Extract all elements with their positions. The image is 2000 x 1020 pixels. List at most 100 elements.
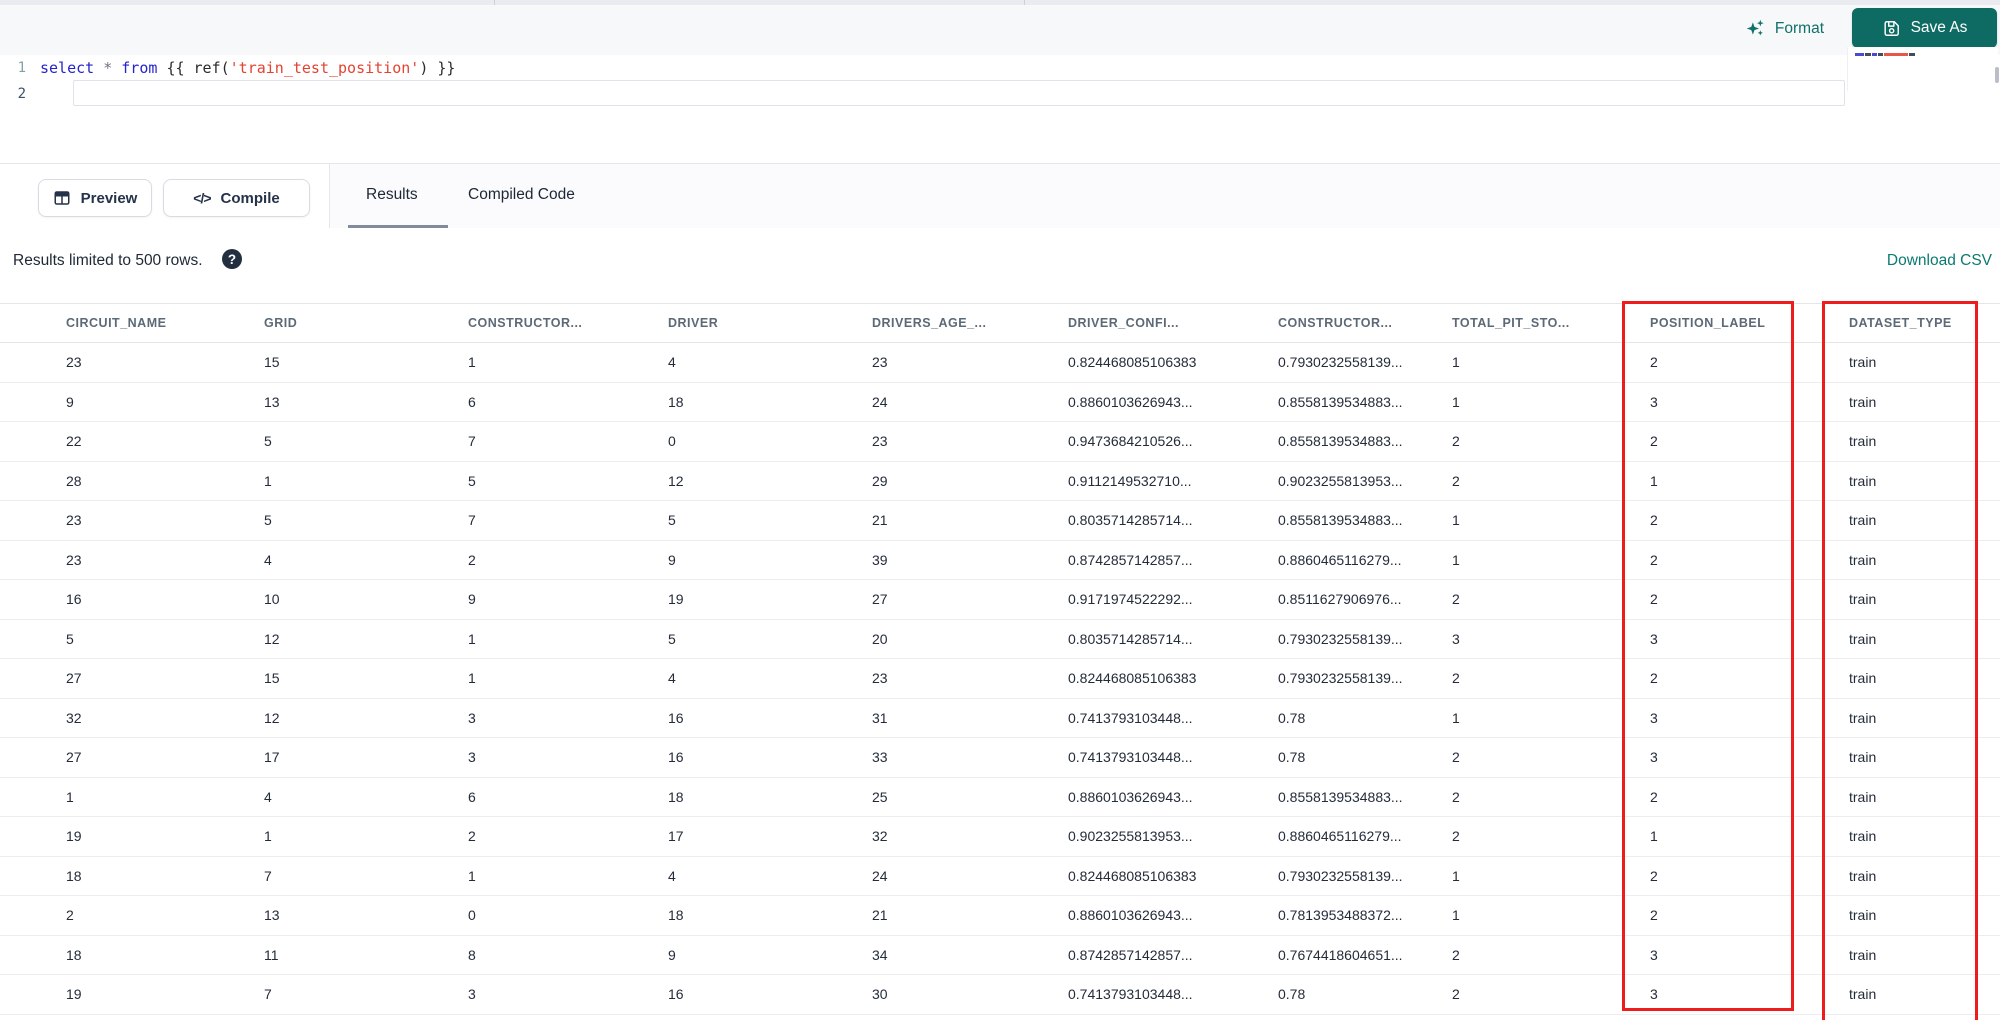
table-cell: 8 xyxy=(450,935,650,975)
table-cell: 10 xyxy=(246,579,450,620)
preview-button[interactable]: Preview xyxy=(38,179,152,217)
table-cell: 32 xyxy=(0,698,246,738)
table-cell: 2 xyxy=(1434,935,1632,975)
table-cell: 11 xyxy=(246,935,450,975)
table-cell: 2 xyxy=(1632,540,1831,580)
table-cell: 2 xyxy=(1434,737,1632,778)
table-cell: 2 xyxy=(1632,579,1831,620)
line-number: 2 xyxy=(17,86,26,102)
table-cell: train xyxy=(1831,856,2000,896)
editor-minimap[interactable] xyxy=(1848,47,1998,91)
table-cell: 2 xyxy=(1632,342,1831,383)
line-number: 1 xyxy=(17,60,26,76)
table-cell: 0.8558139534883... xyxy=(1260,500,1434,541)
table-row: 28 1 5 12 29 0.9112149532710... 0.902325581395… xyxy=(0,461,2000,501)
table-cell: 0.8742857142857... xyxy=(1050,540,1260,580)
code-line[interactable]: 1 select * from {{ ref('train_test_positi… xyxy=(0,55,1900,81)
tab-compiled-code[interactable]: Compiled Code xyxy=(468,186,575,204)
save-as-button[interactable]: Save As xyxy=(1852,8,1997,48)
table-cell: 21 xyxy=(854,500,1050,541)
table-row: 1 4 6 18 25 0.8860103626943... 0.8558139534883… xyxy=(0,777,2000,817)
download-csv-link[interactable]: Download CSV xyxy=(1887,252,1992,270)
format-button[interactable]: Format xyxy=(1745,18,1824,39)
table-cell: 0.9171974522292... xyxy=(1050,579,1260,620)
compile-button[interactable]: </> Compile xyxy=(163,179,310,217)
table-cell: 18 xyxy=(650,382,854,422)
table-cell: 0.8860465116279... xyxy=(1260,816,1434,857)
table-row: 19 1 2 17 32 0.9023255813953... 0.886046511627… xyxy=(0,816,2000,857)
table-cell: 2 xyxy=(1434,658,1632,699)
save-icon xyxy=(1882,19,1901,38)
table-cell: 1 xyxy=(1434,698,1632,738)
table-cell: train xyxy=(1831,737,2000,778)
table-row: 27 17 3 16 33 0.7413793103448... 0.78 2 3 train xyxy=(0,737,2000,778)
table-cell: 18 xyxy=(0,856,246,896)
table-cell: 1 xyxy=(450,856,650,896)
table-row: 5 12 1 5 20 0.8035714285714... 0.7930232558139… xyxy=(0,619,2000,659)
table-cell: train xyxy=(1831,500,2000,541)
column-header: CONSTRUCTOR... xyxy=(450,303,650,343)
table-cell: 4 xyxy=(650,342,854,383)
table-row: 16 10 9 19 27 0.9171974522292... 0.85116279069… xyxy=(0,579,2000,620)
table-cell: train xyxy=(1831,658,2000,699)
table-cell: 2 xyxy=(450,816,650,857)
table-cell: 3 xyxy=(1632,382,1831,422)
format-label: Format xyxy=(1774,19,1824,37)
table-cell: 0.7413793103448... xyxy=(1050,698,1260,738)
table-cell: 16 xyxy=(650,974,854,1015)
table-cell: 21 xyxy=(854,895,1050,936)
table-cell: 0.8035714285714... xyxy=(1050,500,1260,541)
table-row: 9 13 6 18 24 0.8860103626943... 0.855813953488… xyxy=(0,382,2000,422)
column-header: CONSTRUCTOR... xyxy=(1260,303,1434,343)
tab-results[interactable]: Results xyxy=(366,186,418,204)
table-header-row: CIRCUIT_NAME GRID CONSTRUCTOR... DRIVER DRIV… xyxy=(0,303,2000,343)
table-cell: 23 xyxy=(854,342,1050,383)
table-cell: 17 xyxy=(246,737,450,778)
table-grid-icon xyxy=(53,189,71,207)
table-row: 19 7 3 16 30 0.7413793103448... 0.78 2 3 train xyxy=(0,974,2000,1015)
table-cell: 0.7813953488372... xyxy=(1260,895,1434,936)
table-cell: 20 xyxy=(854,619,1050,659)
table-cell: 23 xyxy=(0,500,246,541)
table-cell: train xyxy=(1831,382,2000,422)
column-header: DRIVERS_AGE_... xyxy=(854,303,1050,343)
row-limit-text: Results limited to 500 rows. xyxy=(13,252,203,269)
table-cell: 2 xyxy=(1434,461,1632,501)
table-cell: 23 xyxy=(854,658,1050,699)
table-cell: 12 xyxy=(246,619,450,659)
table-cell: 2 xyxy=(450,540,650,580)
table-cell: train xyxy=(1831,421,2000,462)
action-tab-bar: Preview </> Compile Results Compiled Cod… xyxy=(0,163,2000,229)
table-cell: 16 xyxy=(0,579,246,620)
table-cell: 0.824468085106383 xyxy=(1050,658,1260,699)
table-cell: 27 xyxy=(854,579,1050,620)
table-cell: 0.7930232558139... xyxy=(1260,342,1434,383)
table-cell: 0 xyxy=(450,895,650,936)
table-row: 2 13 0 18 21 0.8860103626943... 0.781395348837… xyxy=(0,895,2000,936)
column-header: DRIVER xyxy=(650,303,854,343)
table-cell: 2 xyxy=(1632,421,1831,462)
table-cell: 1 xyxy=(1632,816,1831,857)
table-cell: 0.78 xyxy=(1260,698,1434,738)
sql-code-editor[interactable]: 1 select * from {{ ref('train_test_positi… xyxy=(0,47,2000,163)
table-cell: 5 xyxy=(650,500,854,541)
table-cell: train xyxy=(1831,816,2000,857)
table-cell: 0 xyxy=(650,421,854,462)
table-cell: 1 xyxy=(450,342,650,383)
editor-scrollbar[interactable] xyxy=(1995,67,1999,83)
table-cell: 19 xyxy=(650,579,854,620)
preview-label: Preview xyxy=(80,189,138,207)
table-row: 23 15 1 4 23 0.824468085106383 0.7930232558139… xyxy=(0,342,2000,383)
help-icon[interactable]: ? xyxy=(222,249,242,269)
table-cell: 0.8860465116279... xyxy=(1260,540,1434,580)
sparkles-icon xyxy=(1745,18,1766,39)
table-cell: 29 xyxy=(854,461,1050,501)
table-cell: 9 xyxy=(0,382,246,422)
table-cell: 7 xyxy=(246,974,450,1015)
table-cell: 27 xyxy=(0,737,246,778)
table-cell: 6 xyxy=(450,777,650,817)
code-line[interactable]: 2 xyxy=(0,81,1900,107)
table-cell: 1 xyxy=(1434,382,1632,422)
table-cell: 32 xyxy=(854,816,1050,857)
table-cell: 0.7930232558139... xyxy=(1260,619,1434,659)
